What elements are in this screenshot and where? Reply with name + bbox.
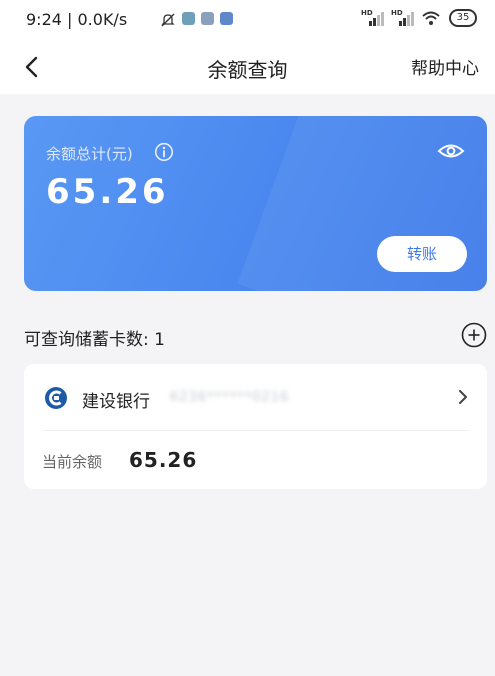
app-notification-icon [182, 12, 195, 25]
card-number: 6236******0216 [170, 390, 290, 405]
help-center-link[interactable]: 帮助中心 [411, 54, 479, 79]
transfer-button[interactable]: 转账 [377, 236, 467, 272]
current-balance-label: 当前余额 [42, 453, 103, 471]
signal-icon: HD [361, 9, 384, 27]
wifi-icon [422, 11, 440, 25]
eye-icon[interactable] [437, 140, 465, 162]
chevron-right-icon[interactable] [457, 388, 469, 406]
balance-total-label: 余额总计(元) [46, 145, 133, 163]
status-time: 9:24 | 0.0K/s [26, 10, 128, 29]
balance-summary-card: 余额总计(元) 65.26 转账 [24, 116, 487, 291]
notification-icons [160, 12, 233, 28]
app-notification-icon [220, 12, 233, 25]
add-icon[interactable] [461, 322, 487, 348]
bank-card-item[interactable]: 建设银行 6236******0216 当前余额 65.26 [24, 364, 487, 489]
bank-name: 建设银行 [82, 392, 150, 412]
info-icon[interactable] [154, 142, 174, 162]
mute-icon [161, 13, 175, 27]
app-notification-icon [201, 12, 214, 25]
current-balance-amount: 65.26 [129, 448, 198, 472]
bank-logo-icon [45, 387, 67, 409]
card-count-row: 可查询储蓄卡数: 1 [24, 322, 487, 350]
battery-icon: 35 [449, 9, 477, 27]
signal-icon: HD [391, 9, 414, 27]
divider [42, 430, 469, 431]
balance-total-amount: 65.26 [46, 172, 169, 212]
nav-bar: 余额查询 帮助中心 [0, 40, 495, 94]
status-bar: 9:24 | 0.0K/s HD HD 35 [0, 0, 495, 40]
card-count-label: 可查询储蓄卡数: 1 [24, 330, 165, 350]
